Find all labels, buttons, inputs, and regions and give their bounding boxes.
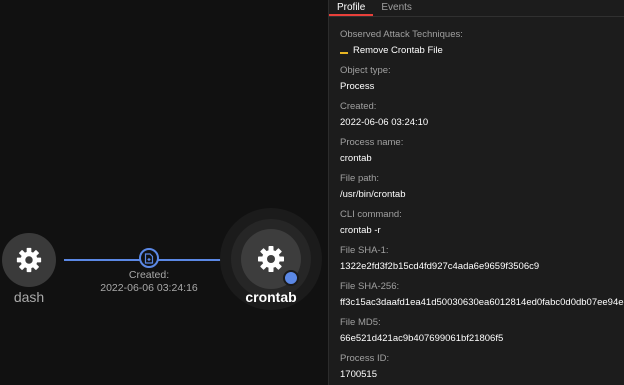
field-label-md5: File MD5: xyxy=(340,317,381,328)
field-value-file-path: /usr/bin/crontab xyxy=(340,189,406,200)
edge-label-timestamp: 2022-06-06 03:24:16 xyxy=(100,282,198,294)
tab-events[interactable]: Events xyxy=(373,0,420,16)
field-value-cli-command: crontab -r xyxy=(340,225,381,236)
field-label-object-type: Object type: xyxy=(340,65,391,76)
field-process-name: Process name: crontab xyxy=(340,137,624,165)
tab-profile[interactable]: Profile xyxy=(329,0,374,16)
field-label-process-id: Process ID: xyxy=(340,353,390,364)
field-label-cli-command: CLI command: xyxy=(340,209,402,220)
node-label-dash: dash xyxy=(13,289,45,305)
node-dash[interactable] xyxy=(2,233,56,287)
gear-icon xyxy=(16,247,42,273)
field-value-process-name: crontab xyxy=(340,153,372,164)
details-panel: Profile Events Observed Attack Technique… xyxy=(328,0,624,385)
field-created: Created: 2022-06-06 03:24:10 xyxy=(340,101,624,129)
field-label-created: Created: xyxy=(340,101,377,112)
process-graph-canvas[interactable]: Created: 2022-06-06 03:24:16 dash cronta… xyxy=(0,0,328,385)
field-label-sha256: File SHA-256: xyxy=(340,281,400,292)
field-label-process-name: Process name: xyxy=(340,137,404,148)
observed-techniques-label: Observed Attack Techniques: xyxy=(340,29,463,40)
panel-tabs: Profile Events xyxy=(329,0,624,17)
field-label-file-path: File path: xyxy=(340,173,380,184)
field-value-sha1: 1322e2fd3f2b15cd4fd927c4ada6e9659f3506c9 xyxy=(340,261,540,272)
node-label-crontab: crontab xyxy=(245,289,297,305)
field-sha256: File SHA-256: ff3c15ac3daafd1ea41d500306… xyxy=(340,281,624,309)
field-process-id: Process ID: 1700515 xyxy=(340,353,624,381)
field-value-process-id: 1700515 xyxy=(340,369,377,380)
node-status-dot xyxy=(283,270,299,286)
observed-techniques-section: Observed Attack Techniques: Remove Cront… xyxy=(340,29,624,57)
technique-severity-icon xyxy=(340,47,348,54)
field-label-sha1: File SHA-1: xyxy=(340,245,389,256)
field-cli-command: CLI command: crontab -r xyxy=(340,209,624,237)
field-value-created: 2022-06-06 03:24:10 xyxy=(340,117,429,128)
edge-label-title: Created: xyxy=(128,269,170,281)
field-value-object-type: Process xyxy=(340,81,375,92)
field-md5: File MD5: 66e521d421ac9b407699061bf21806… xyxy=(340,317,624,345)
gear-icon xyxy=(258,246,284,272)
technique-item[interactable]: Remove Crontab File xyxy=(340,45,624,57)
field-object-type: Object type: Process xyxy=(340,65,624,93)
field-value-sha256: ff3c15ac3daafd1ea41d50030630ea6012814ed0… xyxy=(340,297,624,308)
document-add-icon[interactable] xyxy=(139,248,159,268)
field-sha1: File SHA-1: 1322e2fd3f2b15cd4fd927c4ada6… xyxy=(340,245,624,273)
field-file-path: File path: /usr/bin/crontab xyxy=(340,173,624,201)
edge-label: Created: 2022-06-06 03:24:16 xyxy=(98,269,200,295)
technique-name: Remove Crontab File xyxy=(353,45,443,56)
field-value-md5: 66e521d421ac9b407699061bf21806f5 xyxy=(340,333,504,344)
